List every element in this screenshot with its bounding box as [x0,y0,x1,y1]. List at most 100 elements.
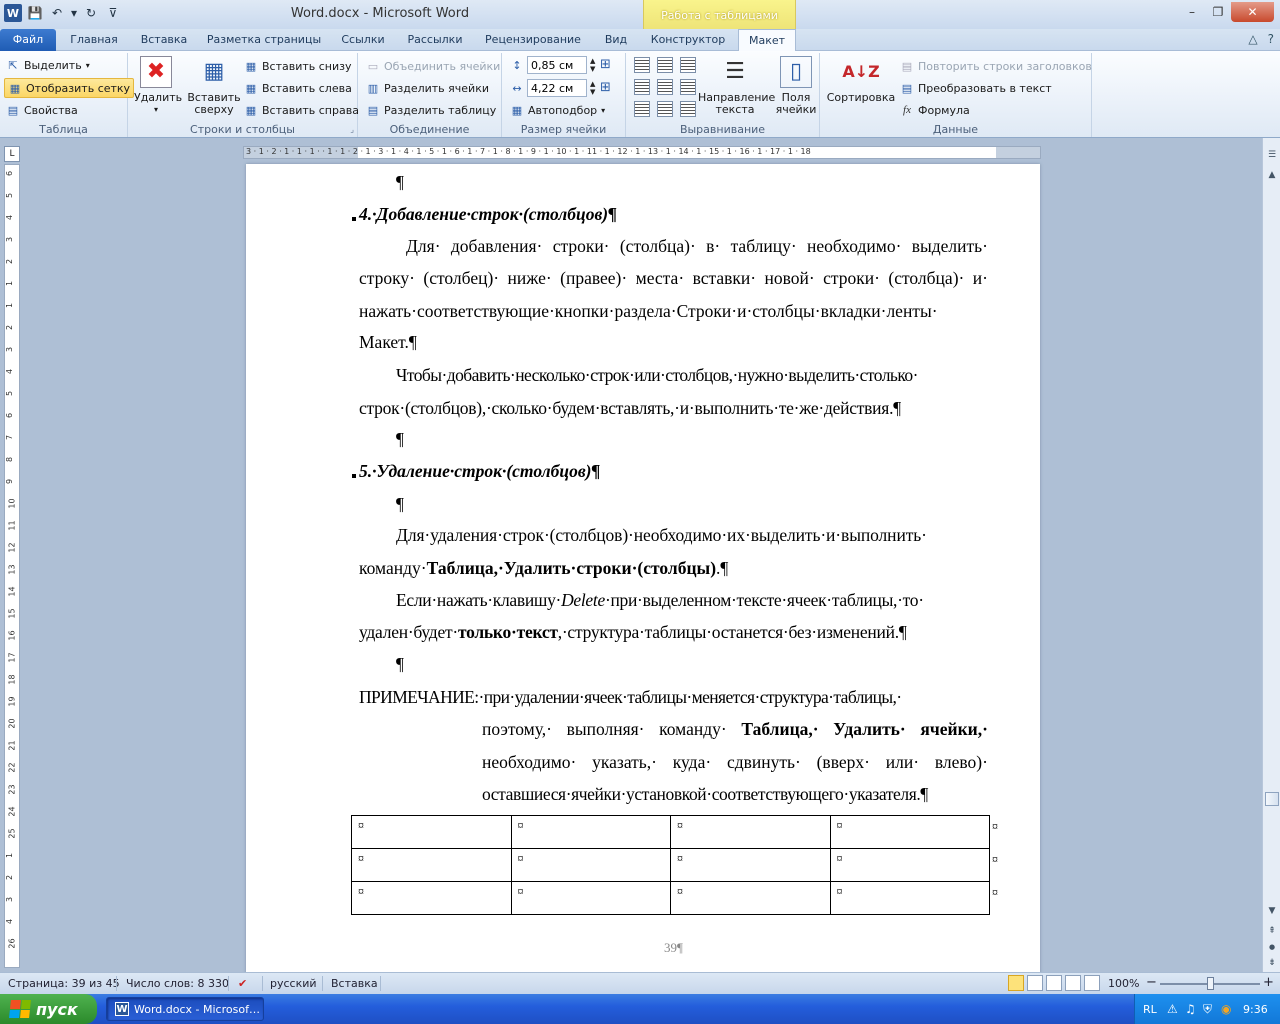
table-cell[interactable]: ¤ [351,848,512,882]
tab-review[interactable]: Рецензирование [477,29,589,51]
merge-cells-button[interactable]: ▭ Объединить ячейки [366,56,501,76]
zoom-slider-thumb[interactable] [1207,977,1214,990]
dialog-launcher-icon[interactable]: ⌟ [350,125,354,134]
align-middle-left-icon[interactable] [634,79,650,95]
formula-button[interactable]: fx Формула [900,100,970,120]
help-icon[interactable]: ? [1268,32,1274,46]
cell-height-input[interactable] [527,56,587,74]
tab-stop-selector[interactable]: L [4,146,20,162]
tab-design[interactable]: Конструктор [645,29,731,51]
table-cell[interactable]: ¤ [829,815,990,849]
web-layout-view-icon[interactable] [1046,975,1062,991]
browse-object-icon[interactable]: ● [1265,940,1279,954]
distribute-rows-icon[interactable]: ⊞ [600,57,611,72]
tab-insert[interactable]: Вставка [133,29,195,51]
table-cell[interactable]: ¤ [351,881,512,915]
clock[interactable]: 9:36 [1243,1003,1268,1016]
cell-width-input[interactable] [527,79,587,97]
maximize-button[interactable]: ❐ [1205,2,1231,22]
insert-below-button[interactable]: ▦ Вставить снизу [244,56,352,76]
scroll-thumb[interactable] [1265,792,1279,806]
scroll-up-icon[interactable]: ▲ [1265,168,1279,182]
align-bottom-right-icon[interactable] [680,101,696,117]
document-table[interactable]: ¤ ¤ ¤ ¤ ¤ ¤ ¤ ¤ ¤ ¤ ¤ ¤ [351,815,990,915]
window-controls: – ❐ ✕ [1179,2,1274,22]
insert-right-button[interactable]: ▦ Вставить справа [244,100,359,120]
full-screen-reading-view-icon[interactable] [1027,975,1043,991]
scroll-down-icon[interactable]: ▼ [1265,904,1279,918]
taskbar-word-window[interactable]: W Word.docx - Microsof… [106,997,264,1021]
word-count[interactable]: Число слов: 8 330 [126,977,229,990]
table-cell[interactable]: ¤ [510,815,671,849]
split-cells-button[interactable]: ▥ Разделить ячейки [366,78,489,98]
vertical-ruler[interactable]: 6 5 4 3 2 1 1 2 3 4 5 6 7 8 9 10 11 12 13 14 15 16 17 18 19 20 21 2… [4,164,20,968]
volume-icon[interactable]: ♫ [1185,1002,1196,1016]
table-cell[interactable]: ¤ [670,815,831,849]
close-button[interactable]: ✕ [1231,2,1274,22]
security-icon[interactable]: ⛨ [1203,1002,1212,1017]
document-page[interactable]: ¶ 4.·Добавление·строк·(столбцов)¶ Для· до… [246,164,1040,972]
align-middle-right-icon[interactable] [680,79,696,95]
insert-above-button[interactable]: ▦ Вставить сверху [186,56,242,116]
tab-page-layout[interactable]: Разметка страницы [202,29,326,51]
start-button[interactable]: пуск [0,994,97,1024]
properties-button[interactable]: ▤ Свойства [6,100,78,120]
convert-to-text-button[interactable]: ▤ Преобразовать в текст [900,78,1052,98]
next-page-icon[interactable]: ⇟ [1265,956,1279,970]
show-grid-button[interactable]: ▦ Отобразить сетку [4,78,135,98]
group-merge: ▭ Объединить ячейки ▥ Разделить ячейки ▤… [358,53,502,137]
tab-mailings[interactable]: Рассылки [401,29,469,51]
ruler-tick-label: 6 [5,170,15,177]
align-top-left-icon[interactable] [634,57,650,73]
tab-view[interactable]: Вид [598,29,634,51]
tab-layout[interactable]: Макет [738,29,796,52]
text-direction-button[interactable]: ☰ Направление текста [698,56,775,116]
horizontal-ruler[interactable]: 3 · 1 · 2 · 1 · 1 · 1 · · 1 · 1 · 2 · 1 … [243,146,1041,159]
zoom-level[interactable]: 100% [1108,977,1139,990]
repeat-header-rows-button[interactable]: ▤ Повторить строки заголовков [900,56,1092,76]
table-cell[interactable]: ¤ [351,815,512,849]
zoom-out-icon[interactable]: − [1146,975,1157,990]
language-indicator[interactable]: русский [270,977,317,990]
draft-view-icon[interactable] [1084,975,1100,991]
autofit-button[interactable]: ▦ Автоподбор ▾ [510,100,605,120]
insert-mode-indicator[interactable]: Вставка [331,977,378,990]
align-bottom-center-icon[interactable] [657,101,673,117]
split-table-button[interactable]: ▤ Разделить таблицу [366,100,496,120]
spelling-check-icon[interactable]: ✔ [238,977,247,990]
table-cell[interactable]: ¤ [670,881,831,915]
vertical-scrollbar[interactable]: ☰ ▲ ▼ ⇞ ● ⇟ [1262,138,1280,972]
zoom-in-icon[interactable]: + [1263,975,1274,990]
delete-button[interactable]: ✖ Удалить ▾ [134,56,182,116]
table-cell[interactable]: ¤ [829,881,990,915]
cell-margins-button[interactable]: ▯ Поля ячейки [774,56,818,116]
keyboard-language-indicator[interactable]: RL [1143,1003,1157,1016]
network-icon[interactable]: ⚠ [1167,1002,1178,1016]
align-top-center-icon[interactable] [657,57,673,73]
page-counter[interactable]: Страница: 39 из 45 [8,977,120,990]
minimize-button[interactable]: – [1179,2,1205,22]
cell-width-spinner-icon[interactable]: ▲ ▼ [590,80,595,96]
align-middle-center-icon[interactable] [657,79,673,95]
minimize-ribbon-icon[interactable]: △ [1248,32,1257,46]
split-view-icon[interactable]: ☰ [1265,148,1279,162]
sort-button[interactable]: A↓Z Сортировка [826,56,896,104]
table-cell[interactable]: ¤ [670,848,831,882]
print-layout-view-icon[interactable] [1008,975,1024,991]
tab-file[interactable]: Файл [0,29,56,51]
table-cell[interactable]: ¤ [510,848,671,882]
antivirus-icon[interactable]: ◉ [1221,1002,1231,1016]
table-cell[interactable]: ¤ [829,848,990,882]
tab-home[interactable]: Главная [64,29,124,51]
insert-left-button[interactable]: ▦ Вставить слева [244,78,352,98]
distribute-columns-icon[interactable]: ⊞ [600,80,611,95]
select-button[interactable]: ⇱ Выделить ▾ [6,55,89,75]
align-bottom-left-icon[interactable] [634,101,650,117]
previous-page-icon[interactable]: ⇞ [1265,924,1279,938]
tab-references[interactable]: Ссылки [334,29,392,51]
cell-height-spinner-icon[interactable]: ▲ ▼ [590,57,595,73]
align-top-right-icon[interactable] [680,57,696,73]
cell-height-control: ↕ ▲▼ [510,56,595,74]
outline-view-icon[interactable] [1065,975,1081,991]
table-cell[interactable]: ¤ [510,881,671,915]
